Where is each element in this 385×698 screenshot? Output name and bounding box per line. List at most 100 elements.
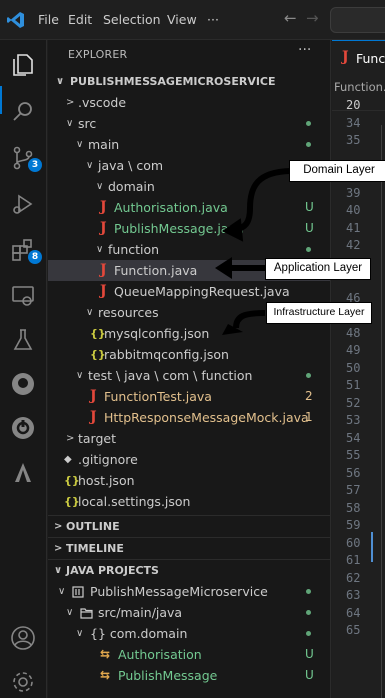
chevron-right-icon: > bbox=[66, 433, 75, 444]
search-icon[interactable] bbox=[9, 98, 37, 126]
git-status-dot bbox=[306, 373, 311, 378]
tree-item[interactable]: {} host.json bbox=[48, 470, 330, 491]
infrastructure-layer-callout: Infrastructure Layer bbox=[266, 302, 372, 324]
tree-item[interactable]: ∨ src/main/java bbox=[48, 602, 330, 623]
line-number: 65 bbox=[346, 623, 361, 637]
tree-item[interactable]: ∨ src bbox=[48, 113, 330, 134]
chevron-down-icon: ∨ bbox=[76, 370, 84, 381]
menu-more[interactable]: ··· bbox=[207, 12, 219, 27]
menu-view[interactable]: View bbox=[167, 12, 197, 27]
menu-selection[interactable]: Selection bbox=[103, 12, 161, 27]
explorer-sidebar: EXPLORER ··· ∨ PUBLISHMESSAGEMICROSERVIC… bbox=[48, 40, 331, 698]
forward-arrow-icon[interactable]: → bbox=[306, 9, 319, 27]
chevron-right-icon: > bbox=[66, 97, 75, 108]
line-number: 42 bbox=[346, 238, 361, 252]
file-label: FunctionTest.java bbox=[104, 389, 212, 404]
folder-label: java \ com bbox=[98, 158, 164, 173]
azure-icon[interactable] bbox=[9, 414, 37, 442]
project-root[interactable]: ∨ PUBLISHMESSAGEMICROSERVICE bbox=[48, 71, 330, 92]
project-label: PublishMessageMicroservice bbox=[90, 584, 268, 599]
chevron-down-icon: ∨ bbox=[58, 586, 66, 597]
line-number: 53 bbox=[346, 413, 361, 427]
git-status-untracked: U bbox=[305, 200, 314, 214]
source-folder-icon bbox=[80, 608, 93, 619]
tree-item[interactable]: ∨ test \ java \ com \ function bbox=[48, 365, 330, 386]
chevron-right-icon: > bbox=[54, 521, 63, 532]
command-center-search[interactable] bbox=[330, 7, 385, 33]
source-control-badge: 3 bbox=[28, 158, 42, 172]
class-label: PublishMessage bbox=[118, 668, 218, 683]
java-file-icon: J bbox=[100, 199, 107, 215]
class-icon: ⇆ bbox=[100, 647, 111, 661]
docker-icon[interactable] bbox=[9, 458, 37, 486]
file-label: Authorisation.java bbox=[114, 200, 228, 215]
java-projects-section[interactable]: ∨ JAVA PROJECTS bbox=[48, 559, 330, 580]
tree-item[interactable]: ⇆ Authorisation U bbox=[48, 644, 330, 665]
folder-label: test \ java \ com \ function bbox=[88, 368, 253, 383]
outline-section[interactable]: > OUTLINE bbox=[48, 515, 330, 536]
class-icon: ⇆ bbox=[100, 668, 111, 682]
line-number: 58 bbox=[346, 500, 361, 515]
menu-file[interactable]: File bbox=[38, 12, 59, 27]
tree-item[interactable]: J FunctionTest.java 2 bbox=[48, 386, 330, 407]
tree-item[interactable]: J HttpResponseMessageMock.java 1 bbox=[48, 407, 330, 428]
tree-item[interactable]: ⇆ PublishMessage U bbox=[48, 665, 330, 686]
line-number: 59 bbox=[346, 518, 361, 532]
chevron-down-icon: ∨ bbox=[66, 607, 74, 618]
gitignore-file-icon: ◆ bbox=[64, 454, 72, 465]
tree-item[interactable]: ◆ .gitignore bbox=[48, 449, 330, 470]
extensions-badge: 8 bbox=[28, 250, 42, 264]
line-number: 60 bbox=[346, 535, 361, 550]
tree-item[interactable]: J PublishMessage.java U bbox=[48, 218, 330, 239]
tree-item[interactable]: ∨ {} com.domain bbox=[48, 623, 330, 644]
explorer-icon[interactable] bbox=[9, 50, 37, 78]
line-number: 57 bbox=[346, 483, 361, 497]
run-debug-icon[interactable] bbox=[9, 190, 37, 218]
account-icon[interactable] bbox=[9, 624, 37, 652]
vscode-logo-icon bbox=[7, 12, 24, 28]
timeline-section[interactable]: > TIMELINE bbox=[48, 537, 330, 558]
folder-label: target bbox=[78, 431, 117, 446]
git-status-dot bbox=[306, 631, 311, 636]
editor-tab[interactable]: J Function.java bbox=[332, 40, 385, 75]
tree-item[interactable]: J QueueMappingRequest.java bbox=[48, 281, 330, 302]
class-label: Authorisation bbox=[118, 647, 202, 662]
indent-guide bbox=[381, 125, 382, 698]
file-label: HttpResponseMessageMock.java bbox=[104, 410, 309, 425]
java-projects-label: JAVA PROJECTS bbox=[66, 564, 159, 577]
explorer-header: EXPLORER bbox=[68, 48, 128, 61]
folder-label: src bbox=[78, 116, 97, 131]
file-label: rabbitmqconfig.json bbox=[104, 347, 229, 362]
git-status-dot bbox=[306, 610, 311, 615]
file-label: .gitignore bbox=[78, 452, 138, 467]
breadcrumb[interactable]: Function.java bbox=[334, 80, 385, 94]
tree-item[interactable]: {} mysqlconfig.json bbox=[48, 323, 330, 344]
line-number: 62 bbox=[346, 570, 361, 585]
menu-edit[interactable]: Edit bbox=[68, 12, 92, 27]
tree-item[interactable]: {} local.settings.json bbox=[48, 491, 330, 512]
tree-item[interactable]: > target bbox=[48, 428, 330, 449]
file-label: mysqlconfig.json bbox=[104, 326, 210, 341]
line-number: 34 bbox=[346, 115, 361, 130]
tree-item[interactable]: ∨ main bbox=[48, 134, 330, 155]
tree-item[interactable]: > .vscode bbox=[48, 92, 330, 113]
source-folder-label: src/main/java bbox=[98, 605, 183, 620]
line-number: 20 bbox=[346, 98, 361, 112]
line-number: 61 bbox=[346, 553, 361, 567]
testing-icon[interactable] bbox=[9, 326, 37, 354]
git-status-dot bbox=[306, 121, 311, 126]
settings-gear-icon[interactable] bbox=[9, 668, 37, 696]
back-arrow-icon[interactable]: ← bbox=[284, 9, 297, 27]
java-file-icon: J bbox=[90, 388, 97, 404]
gutter-change-marker bbox=[371, 532, 373, 562]
tree-item[interactable]: ∨ PublishMessageMicroservice bbox=[48, 581, 330, 602]
explorer-more-button[interactable]: ··· bbox=[298, 42, 311, 58]
tree-item[interactable]: {} rabbitmqconfig.json bbox=[48, 344, 330, 365]
line-number: 63 bbox=[346, 588, 361, 602]
github-icon[interactable] bbox=[9, 370, 37, 398]
chevron-down-icon: ∨ bbox=[66, 118, 74, 129]
tree-item[interactable]: J Authorisation.java U bbox=[48, 197, 330, 218]
remote-explorer-icon[interactable] bbox=[9, 282, 37, 310]
tree-item[interactable]: ∨ function bbox=[48, 239, 330, 260]
git-status-untracked: U bbox=[305, 221, 314, 235]
